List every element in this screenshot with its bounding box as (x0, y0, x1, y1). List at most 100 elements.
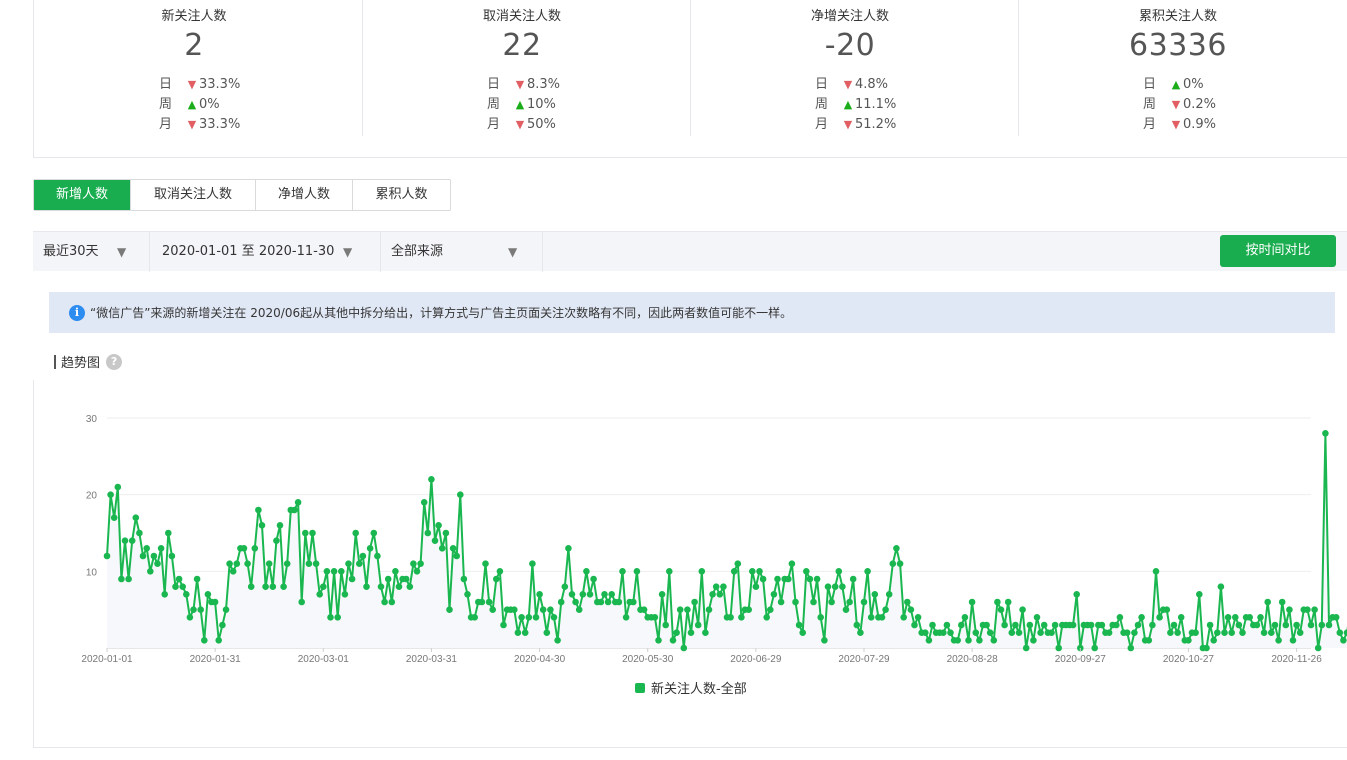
data-point (1246, 614, 1253, 621)
trend-arrow-icon: ▲ (1171, 78, 1181, 91)
data-point (442, 529, 450, 537)
data-point (1167, 629, 1174, 636)
data-point (929, 621, 936, 629)
data-point (655, 637, 662, 644)
data-point (1314, 644, 1322, 652)
data-point (630, 598, 637, 606)
data-point (316, 591, 324, 598)
data-point (1149, 621, 1156, 629)
data-point (435, 522, 442, 529)
data-point (824, 583, 832, 590)
data-point (669, 637, 677, 644)
info-notice: i “微信广告”来源的新增关注在 2020/06起从其他中拆分给出，计算方式与广… (49, 292, 1335, 333)
data-point (947, 629, 954, 636)
data-point (1268, 629, 1275, 636)
help-icon[interactable]: ? (106, 353, 123, 370)
data-point (1022, 644, 1030, 652)
row-label: 月 (1143, 117, 1157, 132)
data-point (1048, 629, 1055, 636)
date-range-select[interactable]: 2020-01-01 至 2020-11-30 ▼ (150, 231, 381, 272)
data-point (168, 552, 176, 560)
data-point (1232, 614, 1239, 621)
stat-rows: 日 ▼ 33.3% 周 ▲ 0% 月 ▼ 33.3% (159, 75, 240, 135)
stat-row-month: 月 ▼ 0.9% (1143, 115, 1216, 135)
tab-net-growth[interactable]: 净增人数 (256, 180, 353, 210)
chart-legend[interactable]: 新关注人数-全部 (635, 678, 747, 697)
data-point (240, 545, 248, 552)
x-tick-label: 2020-03-01 (298, 654, 350, 665)
y-tick-label: 20 (86, 491, 98, 502)
x-tick-label: 2020-05-30 (622, 654, 674, 665)
stat-row-week: 周 ▼ 0.2% (1143, 95, 1216, 115)
data-point (565, 545, 572, 552)
data-point (1091, 644, 1098, 652)
data-point (1206, 621, 1214, 629)
source-select[interactable]: 全部来源 ▼ (381, 231, 543, 272)
data-point (338, 568, 345, 575)
row-label: 周 (815, 97, 829, 112)
stat-row-month: 月 ▼ 50% (487, 115, 560, 135)
data-point (128, 537, 136, 544)
data-point (1134, 621, 1142, 629)
data-point (525, 614, 533, 621)
data-point (190, 606, 197, 613)
data-point (1008, 629, 1016, 636)
data-point (518, 614, 525, 621)
data-point (150, 552, 158, 560)
data-point (1293, 621, 1300, 629)
x-tick-label: 2020-11-26 (1271, 654, 1322, 665)
data-point (323, 568, 331, 575)
stat-value: -20 (824, 28, 876, 63)
period-select[interactable]: 最近30天 ▼ (33, 231, 150, 272)
compare-by-time-button[interactable]: 按时间对比 (1220, 235, 1336, 267)
data-point (1340, 637, 1347, 644)
data-point (889, 560, 897, 567)
row-label: 月 (487, 117, 501, 132)
data-point (1040, 621, 1048, 629)
data-point (662, 621, 669, 629)
data-point (900, 614, 907, 621)
stat-row-day: 日 ▼ 4.8% (815, 75, 896, 95)
data-point (514, 629, 522, 636)
stat-value: 63336 (1129, 28, 1227, 63)
trend-arrow-icon: ▼ (187, 78, 197, 91)
row-label: 周 (487, 97, 501, 112)
data-point (320, 583, 327, 590)
data-point (770, 591, 778, 598)
row-percent: 11.1% (855, 97, 897, 112)
data-point (1304, 606, 1311, 613)
stat-card-net: 净增关注人数 -20 日 ▼ 4.8% 周 ▲ 11.1% 月 ▼ 51.2% (690, 0, 1018, 136)
data-point (1004, 598, 1012, 606)
data-point (608, 591, 615, 598)
data-point (136, 529, 143, 537)
data-point (114, 483, 122, 491)
row-percent: 4.8% (855, 77, 889, 92)
data-point (839, 583, 846, 590)
data-point (727, 614, 734, 621)
data-point (471, 614, 479, 621)
data-point (464, 591, 471, 598)
data-point (673, 629, 680, 636)
data-point (590, 575, 597, 583)
trend-arrow-icon: ▼ (1171, 118, 1181, 131)
tab-new-users[interactable]: 新增人数 (34, 180, 131, 210)
data-point (478, 598, 486, 606)
data-point (356, 560, 363, 567)
data-point (709, 591, 716, 598)
trend-arrow-icon: ▼ (515, 118, 525, 131)
tab-cumulative[interactable]: 累积人数 (353, 180, 450, 210)
data-point (529, 560, 536, 567)
data-point (359, 552, 367, 560)
data-point (363, 583, 370, 590)
data-point (374, 552, 381, 560)
data-point (1203, 644, 1210, 652)
tab-unfollow[interactable]: 取消关注人数 (131, 180, 256, 210)
data-point (165, 529, 172, 537)
data-point (1113, 621, 1120, 629)
data-point (493, 575, 500, 583)
stat-card-new: 新关注人数 2 日 ▼ 33.3% 周 ▲ 0% 月 ▼ 33.3% (34, 0, 362, 136)
data-point (500, 621, 507, 629)
data-point (907, 606, 915, 613)
data-point (716, 591, 724, 598)
row-percent: 33.3% (199, 77, 241, 92)
